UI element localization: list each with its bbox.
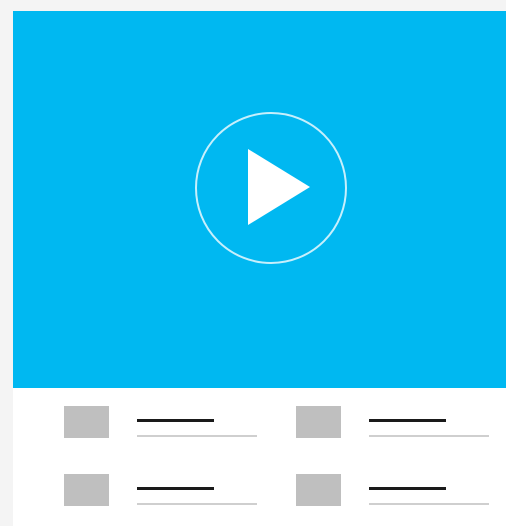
video-list	[13, 388, 506, 526]
subtitle-placeholder-line	[137, 503, 257, 505]
subtitle-placeholder-line	[369, 503, 489, 505]
title-placeholder-line	[137, 419, 214, 422]
title-placeholder-line	[369, 419, 446, 422]
thumbnail-placeholder	[64, 406, 109, 438]
list-item[interactable]	[296, 406, 496, 446]
thumbnail-placeholder	[296, 474, 341, 506]
video-player[interactable]	[13, 11, 506, 388]
video-card	[13, 11, 506, 526]
title-placeholder-line	[137, 487, 214, 490]
thumbnail-placeholder	[296, 406, 341, 438]
list-item[interactable]	[64, 474, 264, 514]
play-icon	[248, 149, 310, 225]
subtitle-placeholder-line	[137, 435, 257, 437]
subtitle-placeholder-line	[369, 435, 489, 437]
list-item[interactable]	[64, 406, 264, 446]
list-item[interactable]	[296, 474, 496, 514]
title-placeholder-line	[369, 487, 446, 490]
thumbnail-placeholder	[64, 474, 109, 506]
play-button[interactable]	[195, 112, 347, 264]
